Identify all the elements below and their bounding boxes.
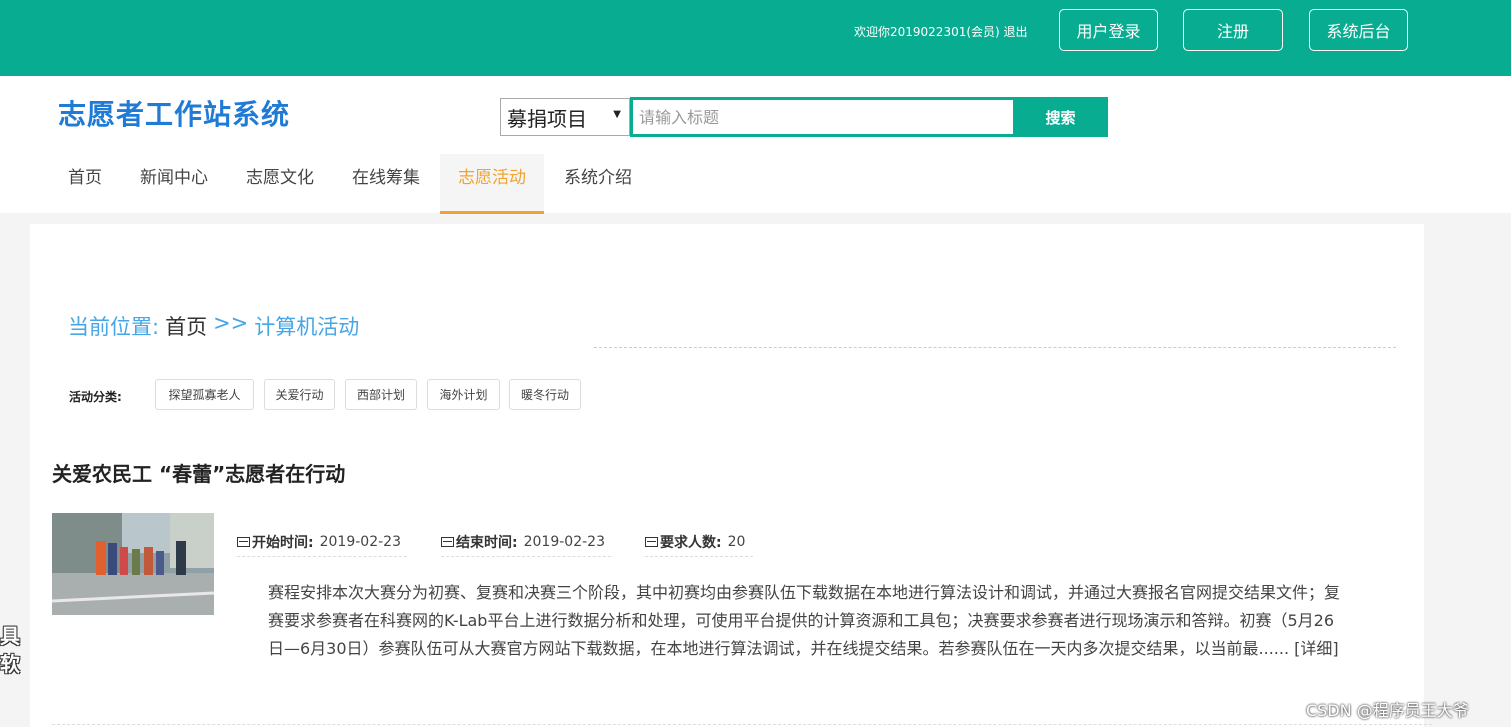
breadcrumb-prefix: 当前位置: <box>68 315 160 339</box>
breadcrumb-current: 计算机活动 <box>254 315 360 339</box>
header: 志愿者工作站系统 募捐项目 ▼ 搜索 首页 新闻中心 志愿文化 在线筹集 志愿活… <box>0 76 1511 214</box>
breadcrumb: 当前位置: 首页 >> 计算机活动 <box>68 311 359 341</box>
category-button[interactable]: 西部计划 <box>345 379 417 410</box>
search-box: 搜索 <box>630 97 1108 137</box>
divider <box>594 347 1396 348</box>
category-button[interactable]: 暖冬行动 <box>509 379 581 410</box>
top-bar: 欢迎你2019022301(会员) 退出 用户登录 注册 系统后台 <box>0 0 1511 76</box>
required-people-label: 要求人数: <box>660 534 722 551</box>
activity-description-text: 赛程安排本次大赛分为初赛、复赛和决赛三个阶段，其中初赛均由参赛队伍下载数据在本地… <box>268 583 1341 658</box>
calendar-icon <box>441 536 454 547</box>
nav-item-news[interactable]: 新闻中心 <box>122 154 226 214</box>
admin-button[interactable]: 系统后台 <box>1309 9 1408 51</box>
required-people-value: 20 <box>727 533 746 550</box>
search-input[interactable] <box>633 100 1013 134</box>
nav-item-fundraising[interactable]: 在线筹集 <box>334 154 438 214</box>
csdn-watermark: CSDN @程序员王大爷 <box>1306 701 1469 720</box>
overlay-text-line: 具 <box>0 624 20 648</box>
overlay-text-line: 软 <box>0 652 20 676</box>
start-time-value: 2019-02-23 <box>319 533 401 550</box>
calendar-icon <box>237 536 250 547</box>
category-button[interactable]: 海外计划 <box>427 379 500 410</box>
activity-required-people: 要求人数: 20 <box>645 527 753 557</box>
nav-item-activities[interactable]: 志愿活动 <box>440 154 544 214</box>
user-login-button[interactable]: 用户登录 <box>1059 9 1158 51</box>
end-time-value: 2019-02-23 <box>523 533 605 550</box>
category-label: 活动分类: <box>69 390 122 404</box>
search-button[interactable]: 搜索 <box>1013 97 1108 137</box>
activity-start-time: 开始时间: 2019-02-23 <box>237 527 407 557</box>
end-time-label: 结束时间: <box>456 534 518 551</box>
activity-image[interactable] <box>52 513 214 615</box>
activity-description: 赛程安排本次大赛分为初赛、复赛和决赛三个阶段，其中初赛均由参赛队伍下载数据在本地… <box>268 579 1348 663</box>
category-button[interactable]: 关爱行动 <box>264 379 335 410</box>
search-category-select[interactable]: 募捐项目 ▼ <box>500 98 630 136</box>
people-icon <box>645 536 658 547</box>
activity-end-time: 结束时间: 2019-02-23 <box>441 527 611 557</box>
nav-item-culture[interactable]: 志愿文化 <box>228 154 332 214</box>
breadcrumb-home[interactable]: 首页 <box>165 311 207 341</box>
activity-title[interactable]: 关爱农民工 “春蕾”志愿者在行动 <box>52 458 345 487</box>
divider <box>52 724 1432 725</box>
start-time-label: 开始时间: <box>252 534 314 551</box>
video-overlay-text: 具 软 <box>0 622 20 678</box>
nav-item-home[interactable]: 首页 <box>50 154 120 214</box>
breadcrumb-separator: >> <box>213 311 249 335</box>
welcome-text[interactable]: 欢迎你2019022301(会员) 退出 <box>854 23 1028 40</box>
category-button[interactable]: 探望孤寡老人 <box>155 379 254 410</box>
main-nav: 首页 新闻中心 志愿文化 在线筹集 志愿活动 系统介绍 <box>50 154 652 214</box>
search-category-value: 募捐项目 <box>507 106 587 131</box>
register-button[interactable]: 注册 <box>1183 9 1283 51</box>
detail-link[interactable]: [详细] <box>1294 639 1339 658</box>
site-logo[interactable]: 志愿者工作站系统 <box>58 93 290 133</box>
dropdown-arrow-icon: ▼ <box>613 109 621 120</box>
nav-item-about[interactable]: 系统介绍 <box>546 154 650 214</box>
